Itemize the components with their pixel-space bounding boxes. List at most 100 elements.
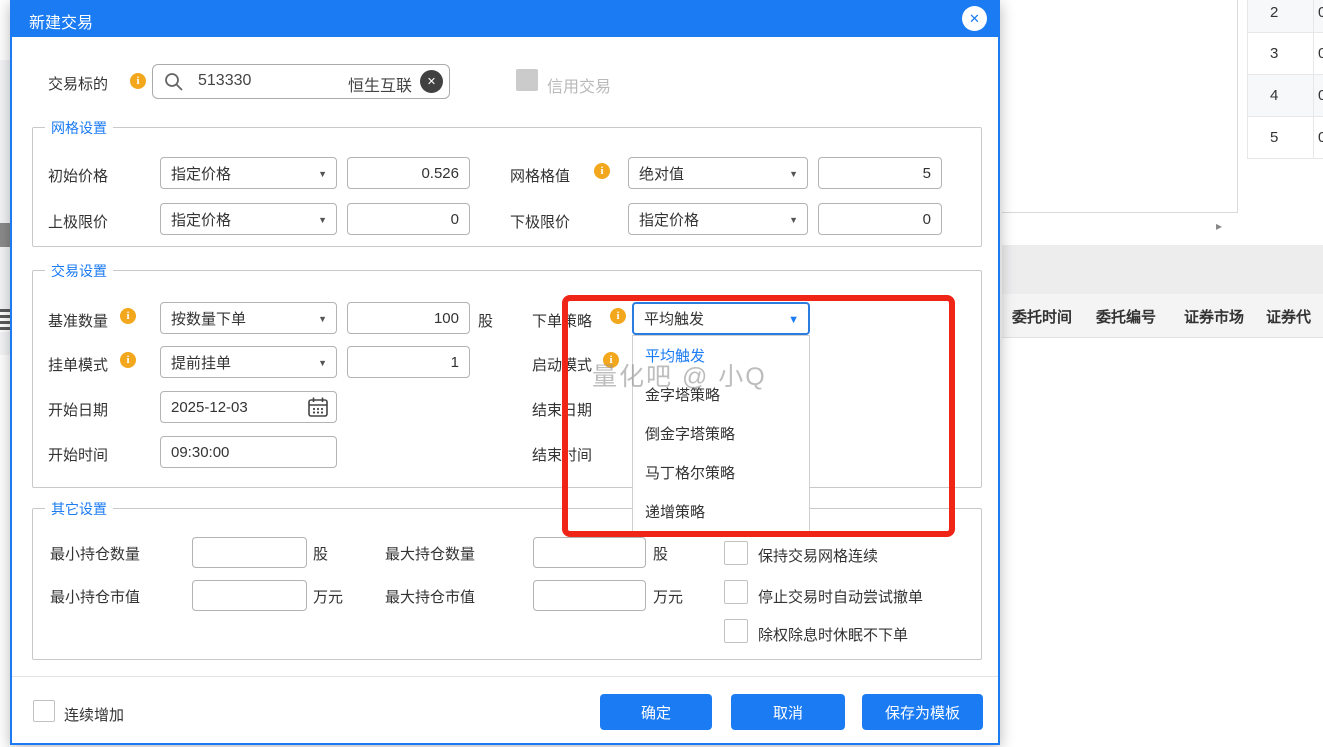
table-cell-partial: 0 — [1318, 87, 1323, 104]
lower-limit-label: 下极限价 — [510, 211, 570, 232]
table-row — [1247, 0, 1323, 33]
continuous-add-label: 连续增加 — [64, 704, 124, 725]
lower-limit-select[interactable]: 指定价格 ▼ — [628, 203, 808, 235]
grid-step-input[interactable]: 5 — [818, 157, 942, 189]
keep-grid-label: 保持交易网格连续 — [758, 545, 878, 566]
search-icon — [164, 72, 184, 92]
security-name: 恒生互联 — [348, 72, 412, 96]
init-price-select[interactable]: 指定价格 ▼ — [160, 157, 337, 189]
continuous-add-checkbox[interactable] — [33, 700, 55, 722]
target-info-icon[interactable]: i — [130, 73, 146, 89]
credit-trade-label: 信用交易 — [547, 73, 611, 97]
footer-divider — [12, 676, 998, 677]
strategy-dropdown-list: 平均触发 金字塔策略 倒金字塔策略 马丁格尔策略 递增策略 — [632, 335, 810, 533]
orders-header-time: 委托时间 — [1012, 306, 1072, 327]
auto-cancel-checkbox[interactable] — [724, 580, 748, 604]
init-price-input[interactable]: 0.526 — [347, 157, 470, 189]
exdiv-sleep-checkbox[interactable] — [724, 619, 748, 643]
pending-mode-label: 挂单模式 — [48, 354, 108, 375]
chevron-down-icon: ▼ — [789, 169, 798, 179]
chevron-down-icon: ▼ — [789, 215, 798, 225]
grid-settings-legend: 网格设置 — [45, 118, 113, 138]
ok-button[interactable]: 确定 — [600, 694, 712, 730]
table-column-border — [1313, 0, 1314, 159]
orders-header-market: 证券市场 — [1184, 306, 1244, 327]
chevron-down-icon: ▼ — [318, 215, 327, 225]
security-code[interactable]: 513330 — [198, 72, 251, 90]
base-qty-info-icon[interactable]: i — [120, 308, 136, 324]
start-mode-label: 启动模式 — [532, 354, 592, 375]
min-value-unit: 万元 — [313, 586, 343, 607]
start-time-input[interactable]: 09:30:00 — [160, 436, 337, 468]
strategy-option-martingale[interactable]: 马丁格尔策略 — [633, 453, 809, 492]
table-row — [1247, 117, 1323, 159]
save-template-button[interactable]: 保存为模板 — [862, 694, 983, 730]
start-mode-info-icon[interactable]: i — [603, 352, 619, 368]
grid-step-select[interactable]: 绝对值 ▼ — [628, 157, 808, 189]
max-value-unit: 万元 — [653, 586, 683, 607]
strategy-option-inverted-pyramid[interactable]: 倒金字塔策略 — [633, 414, 809, 453]
upper-limit-select-value: 指定价格 — [171, 209, 231, 230]
init-price-label: 初始价格 — [48, 165, 108, 186]
orders-header-id: 委托编号 — [1096, 306, 1156, 327]
auto-cancel-label: 停止交易时自动尝试撤单 — [758, 586, 923, 607]
security-search-box[interactable]: 513330 恒生互联 ✕ — [152, 64, 450, 99]
start-date-label: 开始日期 — [48, 399, 108, 420]
end-time-label: 结束时间 — [532, 444, 592, 465]
max-qty-input[interactable] — [533, 537, 646, 568]
upper-limit-input[interactable]: 0 — [347, 203, 470, 235]
table-row — [1247, 75, 1323, 117]
grid-step-info-icon[interactable]: i — [594, 163, 610, 179]
pending-mode-input[interactable]: 1 — [347, 346, 470, 378]
credit-trade-checkbox[interactable] — [516, 69, 538, 91]
orders-header-code: 证券代 — [1266, 306, 1311, 327]
base-qty-select-value: 按数量下单 — [171, 308, 246, 329]
calendar-icon[interactable] — [307, 396, 329, 418]
max-value-input[interactable] — [533, 580, 646, 611]
dialog-titlebar: 新建交易 — [12, 2, 998, 37]
table-left-border — [1247, 0, 1248, 159]
base-qty-input[interactable]: 100 — [347, 302, 470, 334]
chevron-down-icon: ▼ — [318, 314, 327, 324]
row-number: 5 — [1270, 129, 1278, 146]
chevron-down-icon: ▼ — [788, 314, 799, 326]
clear-icon[interactable]: ✕ — [420, 70, 443, 93]
lower-limit-input[interactable]: 0 — [818, 203, 942, 235]
pending-mode-select[interactable]: 提前挂单 ▼ — [160, 346, 337, 378]
upper-limit-select[interactable]: 指定价格 ▼ — [160, 203, 337, 235]
init-price-select-value: 指定价格 — [171, 163, 231, 184]
other-settings-legend: 其它设置 — [45, 499, 113, 519]
min-qty-input[interactable] — [192, 537, 307, 568]
row-number: 4 — [1270, 87, 1278, 104]
table-cell-partial: 0 — [1318, 45, 1323, 62]
table-cell-partial: 0 — [1318, 4, 1323, 21]
min-value-input[interactable] — [192, 580, 307, 611]
pending-mode-info-icon[interactable]: i — [120, 352, 136, 368]
close-icon[interactable]: ✕ — [962, 6, 987, 31]
base-qty-label: 基准数量 — [48, 310, 108, 331]
cancel-button[interactable]: 取消 — [731, 694, 845, 730]
start-date-input[interactable]: 2025-12-03 — [160, 391, 337, 423]
grid-step-label: 网格格值 — [510, 165, 570, 186]
strategy-option-average[interactable]: 平均触发 — [633, 336, 809, 375]
exdiv-sleep-label: 除权除息时休眠不下单 — [758, 624, 908, 645]
base-qty-select[interactable]: 按数量下单 ▼ — [160, 302, 337, 334]
start-time-label: 开始时间 — [48, 444, 108, 465]
base-qty-unit: 股 — [478, 310, 493, 331]
strategy-option-pyramid[interactable]: 金字塔策略 — [633, 375, 809, 414]
pending-mode-select-value: 提前挂单 — [171, 352, 231, 373]
max-qty-label: 最大持仓数量 — [385, 543, 475, 564]
background-gray-band — [1002, 245, 1323, 294]
strategy-combobox-value: 平均触发 — [644, 308, 704, 329]
strategy-combobox[interactable]: 平均触发 ▼ — [632, 302, 810, 335]
strategy-option-incremental[interactable]: 递增策略 — [633, 492, 809, 531]
max-qty-unit: 股 — [653, 543, 668, 564]
min-qty-unit: 股 — [313, 543, 328, 564]
chevron-down-icon: ▼ — [318, 169, 327, 179]
table-row — [1247, 33, 1323, 75]
keep-grid-checkbox[interactable] — [724, 541, 748, 565]
scroll-right-arrow[interactable]: ▸ — [1216, 219, 1222, 233]
row-number: 3 — [1270, 45, 1278, 62]
strategy-info-icon[interactable]: i — [610, 308, 626, 324]
row-number: 2 — [1270, 4, 1278, 21]
